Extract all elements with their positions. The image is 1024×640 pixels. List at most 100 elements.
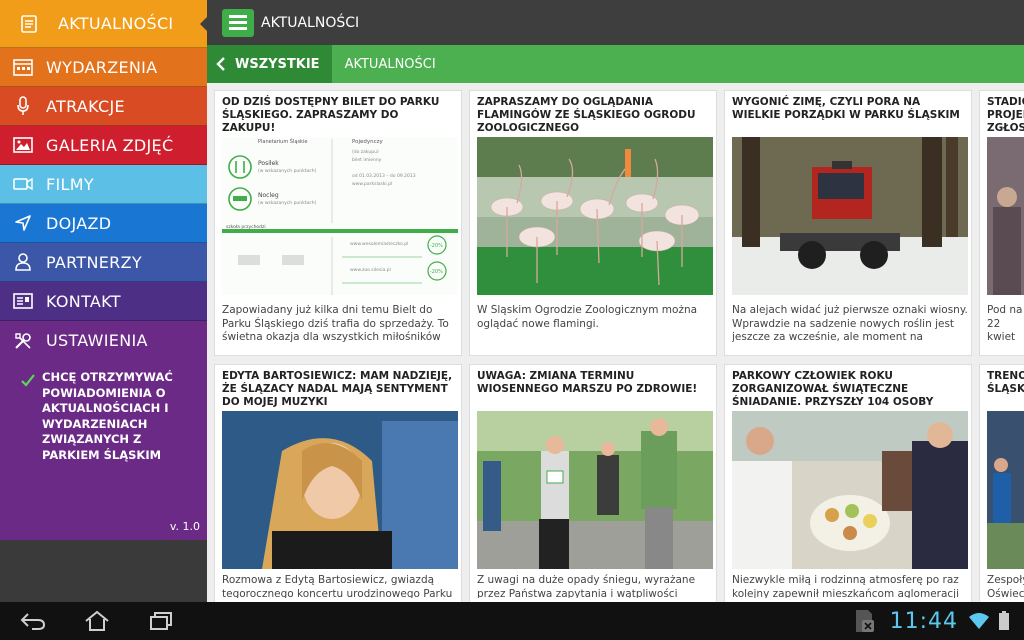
news-title: EDYTA BARTOSIEWICZ: MAM NADZIEJĘ, ŻE ŚLĄ… [222,370,453,408]
app-header: AKTUALNOŚCI [207,0,1024,45]
tools-icon [12,330,34,352]
sidebar-item-dojazd[interactable]: DOJAZD [0,204,207,243]
news-image-breakfast [732,411,968,569]
news-title: TRENOW ŚLĄSKI [987,370,1024,395]
notifications-setting: CHCĘ OTRZYMYWAĆ POWIADOMIENIA O AKTUALNO… [0,360,207,540]
contact-card-icon [12,290,34,312]
news-card[interactable]: WYGONIĆ ZIMĘ, CZYLI PORA NA WIELKIE PORZ… [724,90,972,356]
tab-label: WSZYSTKIE [235,56,320,72]
sidebar-item-atrakcje[interactable]: ATRAKCJE [0,87,207,126]
news-card[interactable]: STADIO PROJEK ZGŁOSI Pod na 22 kwiet Spo… [979,90,1024,356]
news-image-singer [222,411,458,569]
recent-apps-icon [150,612,172,630]
recent-apps-button[interactable] [145,608,177,634]
sidebar-item-partnerzy[interactable]: PARTNERZY [0,243,207,282]
news-image-tractor [732,137,968,295]
tab-wszystkie[interactable]: WSZYSTKIE [207,45,332,83]
ticket-row2-label: Posiłek [258,160,279,167]
news-title: ZAPRASZAMY DO OGLĄDANIA FLAMINGÓW ZE ŚLĄ… [477,96,696,134]
sidebar-item-label: USTAWIENIA [46,331,148,350]
ticket-row1-label: Planetarium Śląskie [258,138,307,145]
news-excerpt: Zapowiadany już kilka dni temu Bielt do … [222,304,449,343]
sidebar-item-ustawienia[interactable]: USTAWIENIA [0,321,207,360]
hamburger-icon [229,15,247,18]
notifications-checkbox-row[interactable]: CHCĘ OTRZYMYWAĆ POWIADOMIENIA O AKTUALNO… [20,370,195,463]
checkmark-icon[interactable] [20,372,36,388]
ticket-cost-note2: bilet imienny [352,157,382,163]
sidebar-menu: AKTUALNOŚCI WYDARZENIA ATRAKCJE GALERIA … [0,0,207,602]
news-title: OD DZIŚ DOSTĘPNY BILET DO PARKU ŚLĄSKIEG… [222,96,440,134]
sidebar-item-galeria[interactable]: GALERIA ZDJĘĆ [0,126,207,165]
ticket-row2-sub-label: (w wskazanych punktach) [258,168,317,174]
calendar-icon [12,56,34,78]
ticket-site: www.parkslaski.pl [352,181,392,187]
sidebar-item-label: GALERIA ZDJĘĆ [46,135,174,155]
ticket-strip-label: szkoła przychodzi [226,224,266,230]
person-icon [12,251,34,273]
back-arrow-icon [20,613,46,630]
ticket-row1-right-label: Pojedynczy [352,139,384,145]
sidebar-item-label: WYDARZENIA [46,57,158,77]
news-image-ticket: Planetarium Śląskie Pojedynczy Posiłek (… [222,137,458,295]
gallery-icon [12,134,34,156]
news-excerpt: Rozmowa z Edytą Bartosiewicz, gwiazdą te… [222,574,453,598]
news-icon [18,13,40,35]
status-clock: 11:44 [889,608,958,634]
news-excerpt: W Śląskim Ogrodzie Zoologicznym można og… [477,304,698,330]
news-card[interactable]: ZAPRASZAMY DO OGLĄDANIA FLAMINGÓW ZE ŚLĄ… [469,90,717,356]
sidebar-item-label: KONTAKT [46,291,121,311]
sidebar-item-label: ATRAKCJE [46,96,125,116]
hamburger-icon-line [229,21,247,24]
news-excerpt: Z uwagi na duże opady śniegu, wyrażane p… [477,574,696,598]
home-button[interactable] [81,608,113,634]
news-title: UWAGA: ZMIANA TERMINU WIOSENNEGO MARSZU … [477,370,698,395]
sidebar-item-kontakt[interactable]: KONTAKT [0,282,207,321]
news-excerpt: Na alejach widać już pierwsze oznaki wio… [732,304,968,343]
microphone-icon [12,95,34,117]
battery-icon [998,611,1010,631]
news-excerpt: Pod na 22 kwiet Sportu " [987,304,1023,343]
category-tabs: WSZYSTKIE AKTUALNOŚCI [207,45,1024,83]
ticket-row3-label: Nocleg [258,192,279,199]
news-card[interactable]: UWAGA: ZMIANA TERMINU WIOSENNEGO MARSZU … [469,364,717,602]
page-title: AKTUALNOŚCI [261,14,360,31]
ticket-dates: od 01.03.2013 – do 09.2013 [352,173,416,179]
sidebar-item-wydarzenia[interactable]: WYDARZENIA [0,48,207,87]
back-button[interactable] [17,608,49,634]
ticket-badge-2: -20% [430,269,443,275]
news-excerpt: Zespoły Oświeci [987,574,1024,598]
news-grid: OD DZIŚ DOSTĘPNY BILET DO PARKU ŚLĄSKIEG… [207,83,1024,602]
wifi-icon [968,612,990,630]
ticket-cost-note: (do zakupu) [352,149,379,155]
ticket-row3-sub-label: (w wskazanych punktach) [258,200,317,206]
chevron-left-icon[interactable] [215,56,227,72]
video-icon [12,173,34,195]
news-card[interactable]: EDYTA BARTOSIEWICZ: MAM NADZIEJĘ, ŻE ŚLĄ… [214,364,462,602]
news-title: PARKOWY CZŁOWIEK ROKU ZORGANIZOWAŁ ŚWIĄT… [732,370,934,408]
news-image-stadium [987,137,1024,295]
sidebar-item-filmy[interactable]: FILMY [0,165,207,204]
news-title: WYGONIĆ ZIMĘ, CZYLI PORA NA WIELKIE PORZ… [732,96,960,121]
menu-toggle-button[interactable] [222,8,254,37]
app-version: v. 1.0 [169,520,200,533]
news-image-runners [987,411,1024,569]
ticket-badge-1: -20% [430,243,443,249]
notifications-label: CHCĘ OTRZYMYWAĆ POWIADOMIENIA O AKTUALNO… [42,370,173,462]
home-icon [85,610,109,631]
news-card[interactable]: PARKOWY CZŁOWIEK ROKU ZORGANIZOWAŁ ŚWIĄT… [724,364,972,602]
news-excerpt: Niezwykle miłą i rodzinną atmosferę po r… [732,574,960,598]
sidebar-item-label: AKTUALNOŚCI [58,14,174,33]
sidebar-item-aktualnosci[interactable]: AKTUALNOŚCI [0,0,207,48]
sidebar-item-label: FILMY [46,174,94,194]
navigation-icon [12,212,34,234]
news-card[interactable]: TRENOW ŚLĄSKI Zespoły Oświeci [979,364,1024,602]
sidebar-item-label: DOJAZD [46,213,112,233]
sd-card-icon [852,608,876,634]
tab-aktualnosci[interactable]: AKTUALNOŚCI [345,57,436,72]
news-title: STADIO PROJEK ZGŁOSI [987,96,1024,134]
sidebar-item-label: PARTNERZY [46,252,142,272]
ticket-url1: www.wesolemiasteczko.pl [350,241,408,247]
hamburger-icon-line [229,27,247,30]
news-image-flamingos [477,137,713,295]
news-card[interactable]: OD DZIŚ DOSTĘPNY BILET DO PARKU ŚLĄSKIEG… [214,90,462,356]
